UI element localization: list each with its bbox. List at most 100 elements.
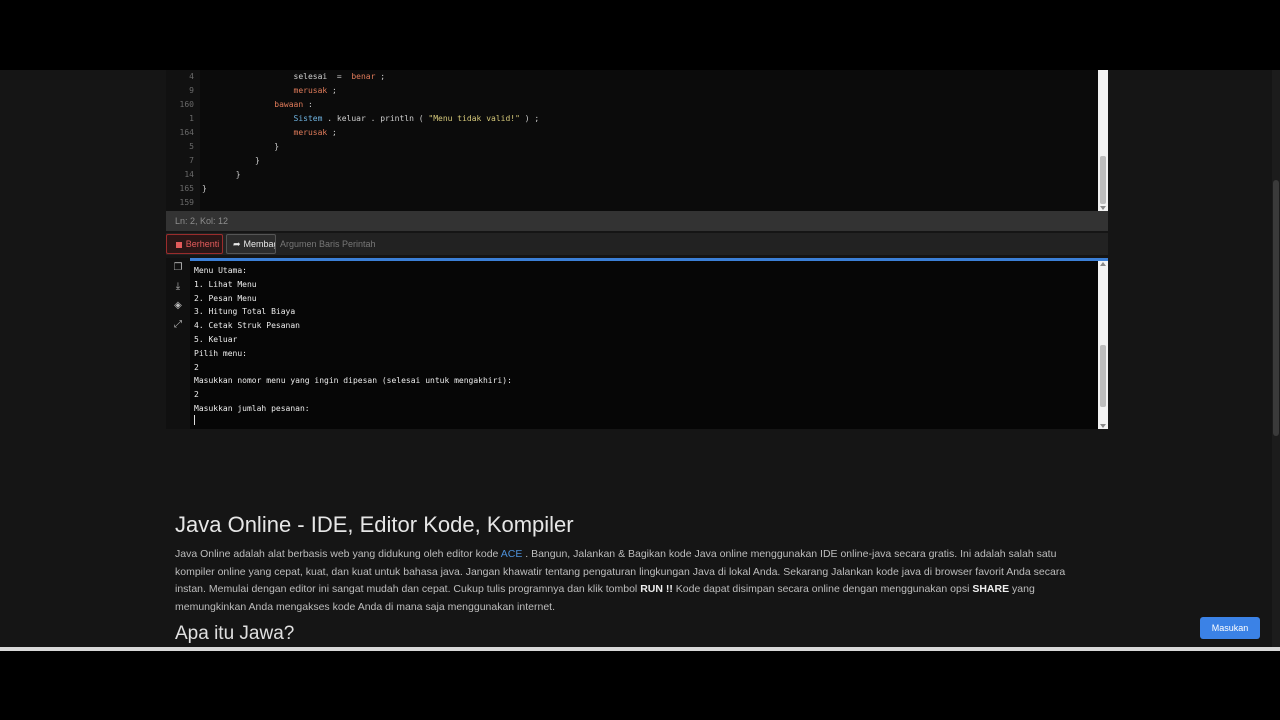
code-token: selesai =: [293, 72, 352, 81]
code-line: 9 merusak ;: [166, 84, 1096, 98]
terminal-line: Menu Utama:: [194, 266, 247, 275]
page-title: Java Online - IDE, Editor Kode, Kompiler: [175, 512, 574, 537]
letterbox-top: [0, 0, 1280, 70]
cursor-position: Ln: 2, Kol: 12: [175, 216, 229, 226]
code-text: }: [202, 154, 260, 168]
line-number: 164: [179, 128, 194, 137]
code-line: 159: [166, 196, 1096, 210]
code-line: 165}: [166, 182, 1096, 196]
code-token: ;: [327, 128, 337, 137]
code-token: Sistem: [293, 114, 323, 123]
run-progress-bar: [190, 258, 1108, 261]
output-terminal[interactable]: ❐ ⤓ ◈ ⤢ Menu Utama: 1. Lihat Menu 2. Pesan Me…: [166, 258, 1108, 429]
code-text: merusak ;: [202, 84, 337, 98]
code-token: }: [274, 142, 280, 151]
share-icon: ➦: [233, 239, 241, 249]
share-keyword: SHARE: [972, 583, 1010, 595]
line-number: 160: [179, 100, 194, 109]
code-token: }: [254, 156, 260, 165]
code-line: 160 bawaan :: [166, 98, 1096, 112]
line-number: 7: [189, 156, 194, 165]
code-token: }: [235, 170, 241, 179]
line-number: 14: [184, 170, 194, 179]
copy-icon[interactable]: ❐: [172, 262, 184, 274]
terminal-scrollbar-thumb[interactable]: [1100, 345, 1106, 407]
intro-text-3: Kode dapat disimpan secara online dengan…: [672, 583, 973, 595]
intro-text-1: Java Online adalah alat berbasis web yan…: [175, 548, 501, 560]
run-toolbar: Berhenti ➦Membagikan: [166, 233, 1108, 255]
intro-paragraph: Java Online adalah alat berbasis web yan…: [175, 546, 1095, 616]
editor-scrollbar[interactable]: [1098, 70, 1108, 211]
code-token: ;: [375, 72, 386, 81]
command-line-args-input[interactable]: [278, 234, 578, 254]
editor-status-bar: Ln: 2, Kol: 12: [166, 211, 1108, 231]
code-line: 14 }: [166, 168, 1096, 182]
eraser-icon[interactable]: ◈: [172, 300, 184, 312]
login-button[interactable]: Masukan: [1200, 617, 1260, 639]
terminal-line: Masukkan jumlah pesanan:: [194, 404, 310, 413]
terminal-line: 4. Cetak Struk Pesanan: [194, 321, 300, 331]
letterbox-bottom: [0, 651, 1280, 720]
terminal-line: 2. Pesan Menu: [194, 293, 257, 303]
code-line: 5 }: [166, 140, 1096, 154]
code-text: bawaan :: [202, 98, 313, 112]
page-scrollbar[interactable]: [1272, 70, 1280, 648]
terminal-line: 5. Keluar: [194, 335, 238, 344]
code-token: benar: [351, 72, 376, 81]
code-token: }: [202, 184, 207, 193]
terminal-line: 1. Lihat Menu: [194, 279, 257, 289]
code-token: ) ;: [519, 114, 540, 123]
scroll-up-arrow[interactable]: [1100, 262, 1106, 266]
line-number: 165: [179, 184, 194, 193]
terminal-line: 2: [194, 362, 199, 372]
stop-icon: [175, 242, 182, 248]
code-text: Sistem . keluar . println ( "Menu tidak …: [202, 112, 540, 126]
section-heading: Apa itu Jawa?: [175, 623, 295, 644]
code-text: selesai = benar ;: [202, 70, 386, 84]
share-button-label: Membagikan: [243, 239, 275, 249]
code-editor[interactable]: 4 selesai = benar ; 9 merusak ; 160 bawaan…: [166, 70, 1108, 211]
line-number: 1: [189, 114, 194, 123]
editor-scrollbar-thumb[interactable]: [1100, 156, 1106, 204]
terminal-line: Masukkan nomor menu yang ingin dipesan (…: [194, 376, 512, 386]
scroll-down-arrow[interactable]: [1100, 424, 1106, 428]
download-icon[interactable]: ⤓: [172, 281, 184, 293]
code-token: "Menu tidak valid!": [428, 114, 520, 123]
terminal-cursor: [194, 415, 195, 425]
share-button[interactable]: ➦Membagikan: [226, 234, 276, 254]
line-number: 4: [189, 72, 194, 81]
code-line: 1 Sistem . keluar . println ( "Menu tida…: [166, 112, 1096, 126]
code-token: :: [303, 100, 313, 109]
terminal-toolbar: ❐ ⤓ ◈ ⤢: [166, 258, 190, 429]
run-keyword: RUN !!: [640, 583, 673, 595]
code-text: }: [202, 168, 241, 182]
stop-button[interactable]: Berhenti: [166, 234, 223, 254]
terminal-line: 3. Hitung Total Biaya: [194, 307, 296, 317]
code-line: 164 merusak ;: [166, 126, 1096, 140]
page-scrollbar-thumb[interactable]: [1273, 180, 1279, 436]
code-token: ;: [327, 86, 337, 95]
scroll-down-arrow[interactable]: [1100, 206, 1106, 210]
terminal-line: 2: [194, 390, 199, 400]
ace-link[interactable]: ACE: [501, 548, 523, 560]
expand-icon[interactable]: ⤢: [172, 319, 184, 331]
code-line: 7 }: [166, 154, 1096, 168]
code-token: bawaan: [274, 100, 304, 109]
code-token: merusak: [293, 128, 328, 137]
article: Java Online - IDE, Editor Kode, Kompiler…: [175, 510, 1095, 644]
code-text: }: [202, 182, 207, 196]
stop-button-label: Berhenti: [185, 239, 220, 249]
code-token: . keluar . println (: [322, 114, 429, 123]
terminal-scrollbar[interactable]: [1098, 261, 1108, 429]
code-token: merusak: [293, 86, 328, 95]
code-text: merusak ;: [202, 126, 337, 140]
browser-viewport: 4 selesai = benar ; 9 merusak ; 160 bawaan…: [0, 70, 1280, 648]
line-number: 159: [179, 198, 194, 207]
